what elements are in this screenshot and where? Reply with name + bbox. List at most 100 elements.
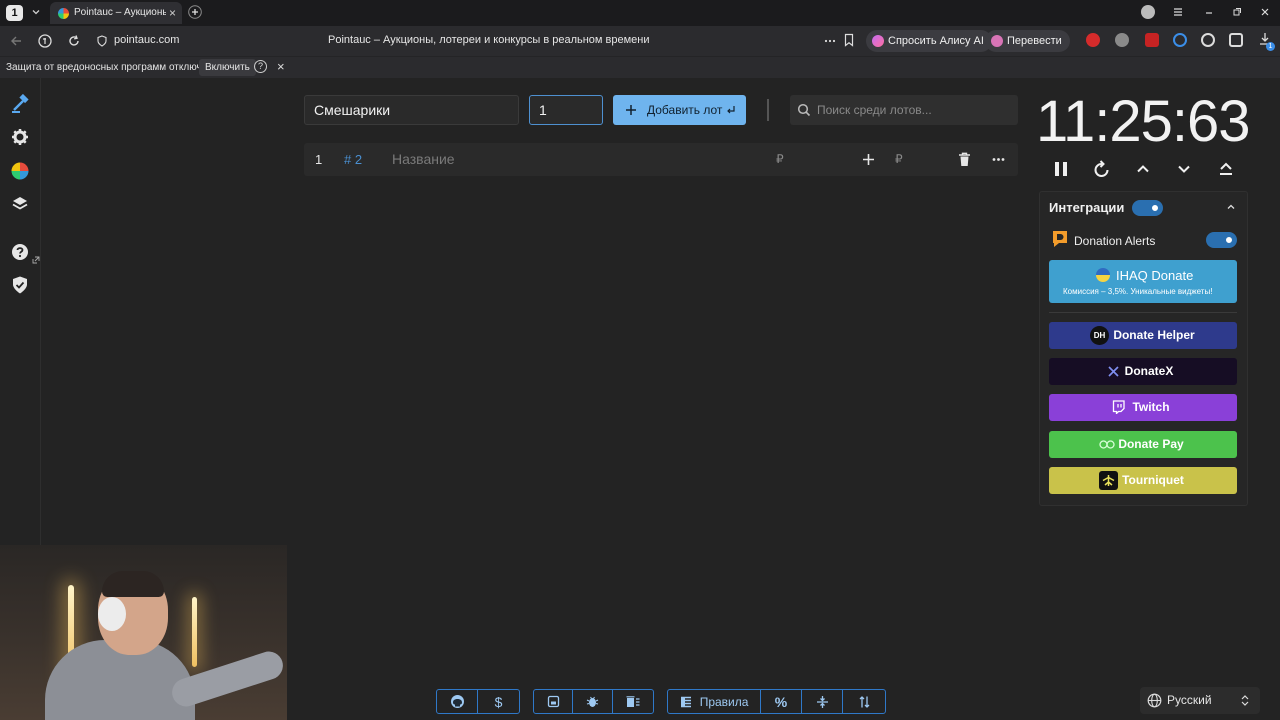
sort-arrows-icon <box>858 695 871 709</box>
amount-input[interactable]: 1 <box>529 95 603 125</box>
extension-puzzle-icon[interactable] <box>1229 33 1243 47</box>
security-warning-text: Защита от вредоносных программ отключена <box>6 62 219 73</box>
lot-search-input[interactable]: Поиск среди лотов... <box>790 95 1018 125</box>
add-lot-button[interactable]: Добавить лот <box>613 95 746 125</box>
restart-icon[interactable] <box>1092 159 1112 179</box>
lot-name-input[interactable]: Смешарики <box>304 95 519 125</box>
search-icon <box>797 103 811 117</box>
tab-counter[interactable]: 1 <box>6 5 23 21</box>
lot-row[interactable]: 1 # 2 Название ₽ ₽ <box>304 143 1018 176</box>
github-icon <box>450 694 465 709</box>
extension-red-square-icon[interactable] <box>1145 33 1159 47</box>
translate-button[interactable]: Перевести <box>985 30 1070 52</box>
integrations-title: Интеграции <box>1049 200 1125 215</box>
help-icon[interactable]: ? <box>254 60 267 73</box>
bottom-toolbar-actions: Правила % <box>667 689 886 714</box>
rules-icon <box>680 696 692 708</box>
integrations-toggle[interactable] <box>1132 200 1163 216</box>
rules-button[interactable]: Правила <box>668 690 762 713</box>
webcam-person-hair <box>102 571 164 597</box>
delete-lot-icon[interactable] <box>958 152 971 167</box>
bottom-toolbar-tools <box>533 689 654 714</box>
settings-gear-icon[interactable] <box>10 127 30 147</box>
increase-time-icon[interactable] <box>1133 159 1153 179</box>
enter-key-icon <box>726 105 736 115</box>
services-divider <box>1049 312 1237 313</box>
auction-gavel-icon[interactable] <box>10 94 30 114</box>
percent-icon: % <box>774 693 788 710</box>
url-text[interactable]: pointauc.com <box>114 34 179 46</box>
donatex-label: DonateX <box>1124 364 1174 378</box>
save-button[interactable] <box>534 690 574 713</box>
extension-red-icon[interactable] <box>1086 33 1100 47</box>
clear-lots-button[interactable] <box>613 690 653 713</box>
webcam-overlay <box>0 545 287 720</box>
donate-dollar-button[interactable]: $ <box>478 690 519 713</box>
twitch-icon <box>1112 400 1125 414</box>
wheel-chart-icon[interactable] <box>10 161 30 181</box>
donate-helper-button[interactable]: DH Donate Helper <box>1049 322 1237 349</box>
language-value: Русский <box>1167 693 1212 707</box>
ask-alice-button[interactable]: Спросить Алису AI <box>866 30 992 52</box>
extension-globe-icon[interactable] <box>1115 33 1129 47</box>
percent-button[interactable]: % <box>761 690 802 713</box>
infobar-close-icon[interactable]: × <box>277 59 285 74</box>
double-up-time-icon[interactable] <box>1216 159 1236 179</box>
language-select[interactable]: Русский <box>1140 687 1260 714</box>
ihaq-donate-button[interactable]: IHAQ Donate Комиссия – 3,5%. Уникальные … <box>1049 260 1237 303</box>
vertical-align-center-icon <box>816 695 829 709</box>
webcam-person-arm <box>168 647 287 711</box>
menu-icon[interactable] <box>1172 6 1184 18</box>
translate-icon <box>991 35 1003 47</box>
more-icon[interactable] <box>824 36 836 46</box>
lot-more-icon[interactable] <box>992 157 1005 162</box>
window-close-icon[interactable] <box>1259 6 1271 18</box>
enable-protection-button[interactable]: Включить <box>199 59 256 76</box>
lot-number: # 2 <box>344 152 363 167</box>
github-button[interactable] <box>437 690 478 713</box>
extension-play-icon[interactable] <box>1201 33 1215 47</box>
restore-icon[interactable] <box>1231 6 1243 18</box>
donatex-x-icon <box>1108 366 1119 377</box>
add-amount-plus-icon[interactable] <box>862 153 875 166</box>
donate-helper-icon: DH <box>1090 326 1109 345</box>
shield-check-icon[interactable] <box>10 275 30 295</box>
back-icon[interactable] <box>9 34 23 48</box>
tab-pointauc[interactable]: Pointauc – Аукционы, × <box>50 2 182 24</box>
plus-icon <box>625 104 637 116</box>
layers-icon[interactable] <box>10 194 30 214</box>
report-bug-button[interactable] <box>573 690 613 713</box>
tourniquet-button[interactable]: Tourniquet <box>1049 467 1237 494</box>
tabs-dropdown-icon[interactable] <box>31 7 41 17</box>
add-amount-currency[interactable]: ₽ <box>895 152 903 166</box>
lot-amount-currency[interactable]: ₽ <box>776 152 784 166</box>
dollar-icon: $ <box>494 693 503 710</box>
new-tab-icon[interactable] <box>188 5 202 19</box>
extension-wave-icon[interactable] <box>1173 33 1187 47</box>
merge-button[interactable] <box>802 690 844 713</box>
ihaq-logo-icon <box>1096 268 1110 282</box>
tab-close-icon[interactable]: × <box>169 6 176 20</box>
webcam-headphones <box>98 597 126 631</box>
bookmark-icon[interactable] <box>843 33 855 47</box>
twitch-button[interactable]: Twitch <box>1049 394 1237 421</box>
bug-icon <box>586 695 599 708</box>
decrease-time-icon[interactable] <box>1174 159 1194 179</box>
collapse-chevron-icon[interactable] <box>1226 202 1236 212</box>
sort-button[interactable] <box>843 690 885 713</box>
clear-list-icon <box>626 695 640 708</box>
help-circle-icon[interactable] <box>10 242 30 262</box>
donatex-button[interactable]: DonateX <box>1049 358 1237 385</box>
donate-pay-button[interactable]: Donate Pay <box>1049 431 1237 458</box>
tab-title: Pointauc – Аукционы, <box>74 7 166 18</box>
translate-label: Перевести <box>1007 35 1062 47</box>
profile-icon[interactable] <box>1141 5 1155 19</box>
reload-icon[interactable] <box>67 34 81 48</box>
site-info-icon[interactable] <box>96 35 108 47</box>
pause-icon[interactable] <box>1051 159 1071 179</box>
ihaq-title: IHAQ Donate <box>1116 268 1194 283</box>
minimize-icon[interactable] <box>1203 6 1215 18</box>
donation-alerts-toggle[interactable] <box>1206 232 1237 248</box>
lot-name-placeholder[interactable]: Название <box>392 151 455 167</box>
yandex-home-icon[interactable] <box>38 34 52 48</box>
